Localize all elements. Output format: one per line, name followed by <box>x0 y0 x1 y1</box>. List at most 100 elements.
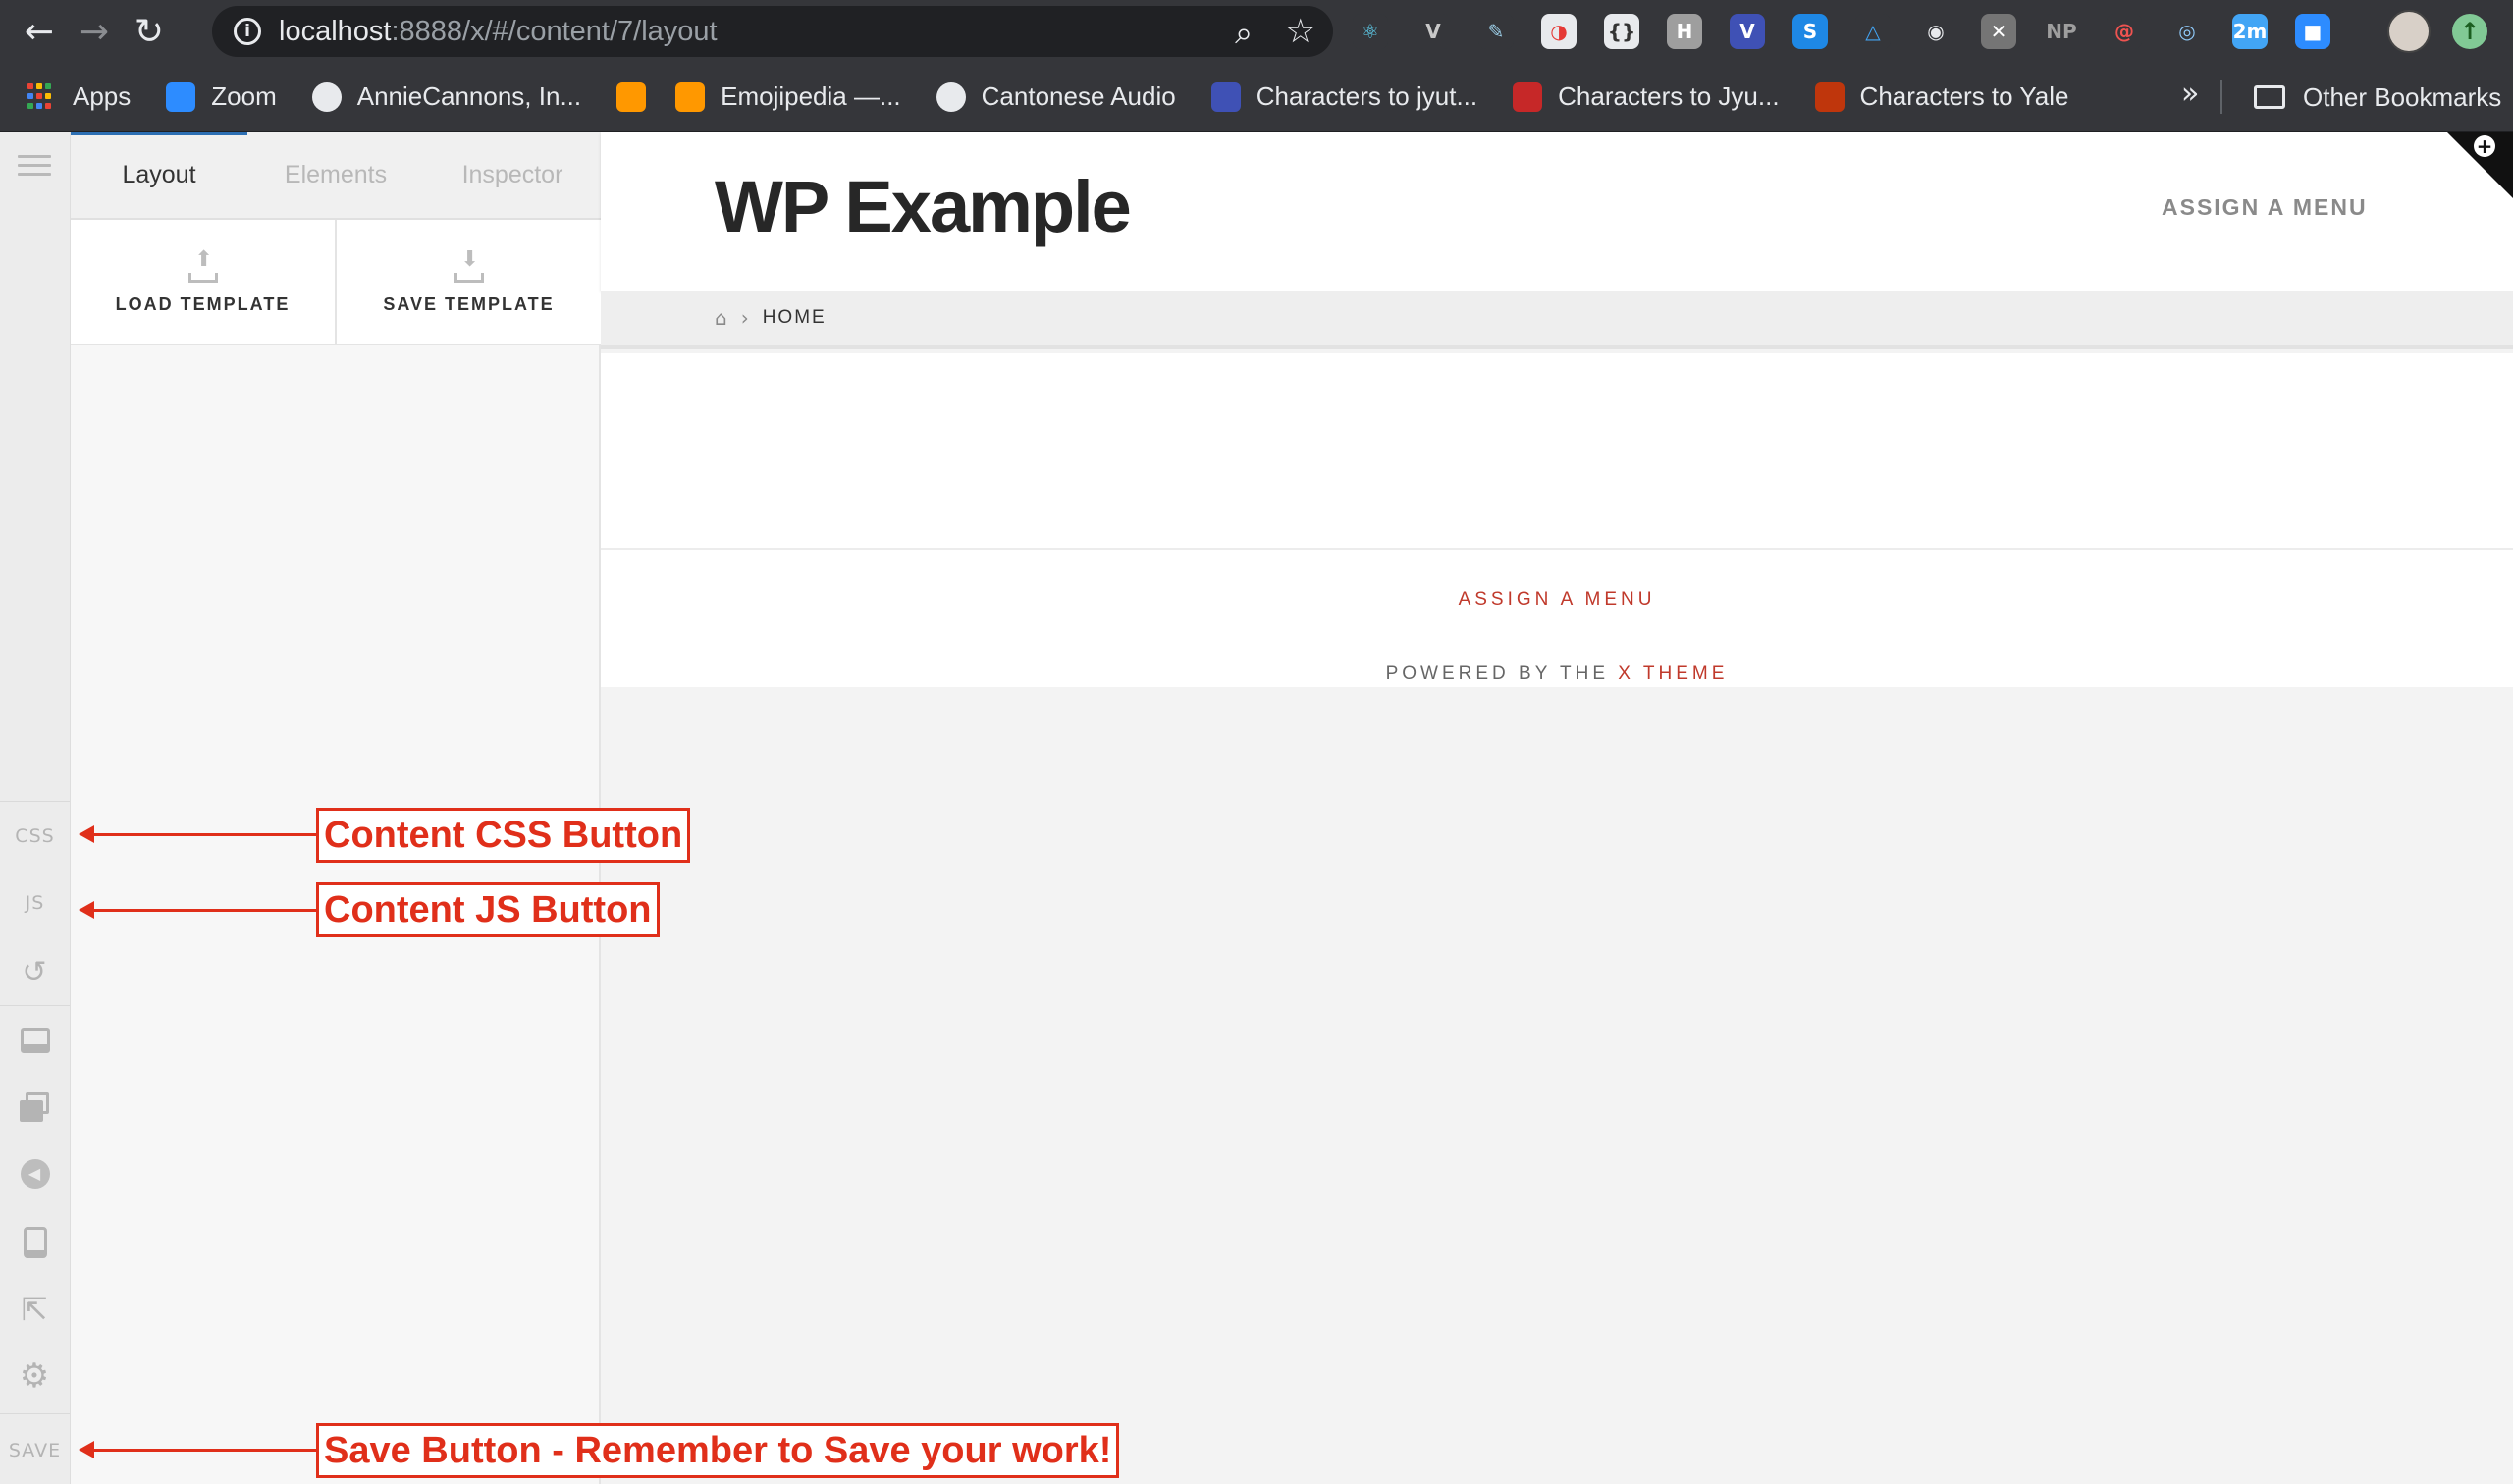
bookmark-item[interactable]: Cantonese Audio <box>923 71 1190 124</box>
bookmarks-list: Apps Zoom AnnieCannons, In... Emojipedia —.… <box>14 71 2090 124</box>
x-theme-link[interactable]: X THEME <box>1618 663 1728 684</box>
templates-stack-icon[interactable] <box>0 1074 70 1140</box>
url-host: localhost <box>279 15 392 47</box>
site-info-icon[interactable]: i <box>234 18 261 45</box>
annotation-js-callout: Content JS Button <box>316 882 660 937</box>
bookmark-item[interactable]: Characters to Yale <box>1801 71 2083 124</box>
footer-layout-icon[interactable] <box>0 1007 70 1074</box>
lens-icon[interactable]: ◉ <box>1918 14 1953 49</box>
responsive-device-icon[interactable] <box>0 1209 70 1276</box>
rail-divider <box>0 1413 70 1414</box>
bookmarks-bar: Apps Zoom AnnieCannons, In... Emojipedia —.… <box>0 63 2513 132</box>
load-template-label: LOAD TEMPLATE <box>115 293 291 314</box>
footer-assign-menu-link[interactable]: ASSIGN A MENU <box>601 589 2513 610</box>
bookmark-item[interactable]: Characters to Jyu... <box>1499 71 1792 124</box>
emoji-icon <box>616 81 647 112</box>
headers-icon[interactable]: H <box>1667 14 1702 49</box>
other-bookmarks-label: Other Bookmarks <box>2303 81 2502 112</box>
triangle-icon[interactable]: △ <box>1855 14 1891 49</box>
header-assign-menu-link[interactable]: ASSIGN A MENU <box>2162 194 2368 221</box>
bookmark-item[interactable]: Apps <box>14 71 144 124</box>
url-path: :8888/x/#/content/7/layout <box>391 15 718 47</box>
save-button[interactable]: SAVE <box>0 1417 70 1484</box>
rail-divider <box>0 1005 70 1006</box>
zoom-magnifier-icon[interactable]: ⌕ <box>1235 14 1253 52</box>
bookmark-label: Emojipedia —... <box>721 81 901 111</box>
external-link-icon[interactable]: ⇱ <box>0 1276 70 1343</box>
bookmark-item[interactable] <box>603 71 662 124</box>
upload-icon: ⬆ <box>187 248 218 283</box>
bookmark-label: Cantonese Audio <box>981 81 1176 111</box>
footer-credit: POWERED BY THE X THEME <box>601 663 2513 685</box>
load-template-button[interactable]: ⬆ LOAD TEMPLATE <box>71 220 335 344</box>
np-icon[interactable]: NP <box>2044 14 2079 49</box>
browser-toolbar: ← → ↻ i localhost:8888/x/#/content/7/lay… <box>0 0 2513 63</box>
eye-icon[interactable]: ◎ <box>2169 14 2205 49</box>
bookmark-label: AnnieCannons, In... <box>356 81 582 111</box>
save-template-label: SAVE TEMPLATE <box>383 293 555 314</box>
template-actions: ⬆ LOAD TEMPLATE ⬇ SAVE TEMPLATE <box>71 220 601 345</box>
bookmark-item[interactable]: Zoom <box>152 71 290 124</box>
folder-icon <box>2254 85 2285 109</box>
zoom-icon <box>166 81 196 112</box>
timer-icon[interactable]: 2m <box>2232 14 2268 49</box>
add-plus-icon[interactable]: + <box>2474 135 2495 157</box>
collapse-panel-icon[interactable]: ◀ <box>0 1140 70 1207</box>
react-devtools-icon[interactable]: ⚛ <box>1353 14 1388 49</box>
history-icon[interactable]: ↺ <box>0 938 70 1005</box>
footer-divider <box>601 548 2513 550</box>
annotation-css-callout: Content CSS Button <box>316 808 691 863</box>
site-header: WP Example ASSIGN A MENU + <box>601 132 2513 291</box>
annotation-arrow <box>92 1449 318 1452</box>
bookmarks-overflow-button[interactable]: » <box>2181 77 2199 111</box>
annotation-arrow <box>92 909 318 912</box>
zoom-ext-icon[interactable]: ■ <box>2295 14 2330 49</box>
chevron-right-icon: › <box>740 306 749 330</box>
breadcrumb: ⌂ › HOME <box>601 291 2513 349</box>
rail-divider <box>0 801 70 802</box>
hamburger-menu-icon[interactable] <box>18 155 51 177</box>
screenshot-icon[interactable]: ✕ <box>1981 14 2016 49</box>
save-template-button[interactable]: ⬇ SAVE TEMPLATE <box>335 220 601 344</box>
bookmark-star-icon[interactable]: ☆ <box>1286 12 1315 51</box>
extensions-row: ⚛ V ✎ ◑{} H V S △ ◉ ✕ NP @ ◎ 2m ■ <box>1353 10 2358 53</box>
bookmark-label: Characters to jyut... <box>1256 81 1478 111</box>
vue-devtools-icon[interactable]: V <box>1416 14 1451 49</box>
reload-icon[interactable]: ↻ <box>122 4 177 59</box>
bookmark-item[interactable]: Emojipedia —... <box>662 71 915 124</box>
annotation-arrow <box>92 833 318 836</box>
color-wheel-icon[interactable]: ◑ <box>1541 14 1577 49</box>
tab-layout[interactable]: Layout <box>71 132 247 218</box>
eyedropper-icon[interactable]: ✎ <box>1478 14 1514 49</box>
extension-s-icon[interactable]: S <box>1792 14 1828 49</box>
home-icon[interactable]: ⌂ <box>715 306 727 330</box>
chrome-update-icon[interactable]: ↑ <box>2452 14 2487 49</box>
page-content: ASSIGN A MENU POWERED BY THE X THEME <box>601 353 2513 687</box>
extension-v-icon[interactable]: V <box>1730 14 1765 49</box>
panel-tabs: Layout Elements Inspector <box>71 132 601 220</box>
bookmark-item[interactable]: Characters to jyut... <box>1198 71 1491 124</box>
bookmark-label: Characters to Yale <box>1859 81 2069 111</box>
address-bar[interactable]: i localhost:8888/x/#/content/7/layout ⌕ … <box>212 6 1333 57</box>
site-title[interactable]: WP Example <box>715 165 1132 248</box>
other-bookmarks-folder[interactable]: Other Bookmarks <box>2240 71 2513 124</box>
emojipedia-icon <box>675 81 706 112</box>
bookmark-label: Characters to Jyu... <box>1558 81 1780 111</box>
back-arrow-icon[interactable]: ← <box>12 4 67 59</box>
bookmark-item[interactable]: AnnieCannons, In... <box>298 71 595 124</box>
forward-arrow-icon[interactable]: → <box>67 4 122 59</box>
content-js-button[interactable]: JS <box>0 870 70 936</box>
yale-icon <box>1814 81 1845 112</box>
github-icon <box>311 81 342 112</box>
builder-icon-rail: CSS JS ↺ ◀ ⇱ ⚙ SAVE <box>0 132 71 1484</box>
profile-avatar[interactable] <box>2387 10 2431 53</box>
swirl-icon[interactable]: @ <box>2107 14 2142 49</box>
globe-icon <box>936 81 966 112</box>
settings-gear-icon[interactable]: ⚙ <box>0 1343 70 1409</box>
json-formatter-icon[interactable]: {} <box>1604 14 1639 49</box>
chinese-char-icon <box>1513 81 1543 112</box>
tab-inspector[interactable]: Inspector <box>424 132 601 218</box>
content-css-button[interactable]: CSS <box>0 803 70 870</box>
download-icon: ⬇ <box>454 248 484 283</box>
tab-elements[interactable]: Elements <box>247 132 424 218</box>
